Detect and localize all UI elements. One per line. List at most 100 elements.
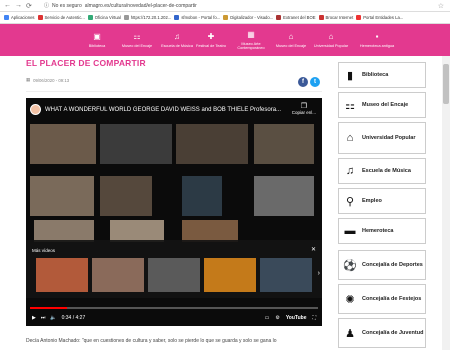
facebook-share-icon[interactable]: f [298,77,308,87]
calendar-icon: ▦ [26,77,31,82]
youth-icon: ♟ [345,327,355,340]
nav-item-escuela-musica[interactable]: ♫ Escuela de Música [160,24,194,56]
browser-nav: ← → ⟳ [0,2,44,10]
video-tile [176,124,248,164]
bookmark-favicon-icon [318,15,324,20]
bookmark-item[interactable]: Portal Entidades La... [356,15,403,20]
url-field[interactable]: ⓘ No es seguro almagro.es/cultura/noveda… [44,2,197,10]
bookmark-item[interactable]: Digitalizador - Visado... [223,15,273,20]
scrollbar-thumb[interactable] [443,64,449,104]
youtube-logo[interactable]: YouTube [286,315,307,321]
music-icon: ♫ [345,165,355,177]
book-icon: ▣ [93,32,101,41]
next-icon[interactable]: ⏭ [41,315,46,321]
reload-icon[interactable]: ⟳ [26,2,32,10]
sidebar-item-concejalia-deportes[interactable]: ⚽ Concejalía de Deportes [338,250,426,280]
sidebar-item-concejalia-festejos[interactable]: ✺ Concejalía de Festejos [338,284,426,314]
subtitles-icon[interactable]: ▭ [265,315,270,321]
bookmark-item[interactable]: Brocar Internet [318,15,353,20]
bookmark-favicon-icon [87,15,93,20]
divider [26,91,322,92]
newspaper-icon: ▪ [375,32,379,41]
nav-item-biblioteca[interactable]: ▣ Biblioteca [80,24,114,56]
bookmark-star-icon[interactable]: ☆ [438,2,444,10]
sidebar-item-universidad-popular[interactable]: ⌂ Universidad Popular [338,122,426,154]
related-video-thumbnail[interactable] [92,258,144,292]
bookmark-item[interactable]: sfmobon - Portal fo... [174,15,220,20]
forward-icon[interactable]: → [15,2,22,10]
music-icon: ♫ [174,32,180,41]
sidebar-item-biblioteca[interactable]: ▮ Biblioteca [338,62,426,88]
video-time: 0:34 / 4:27 [61,315,86,321]
bookmark-favicon-icon [123,15,129,20]
volume-icon[interactable]: 🔈 [50,315,56,321]
sidebar-item-hemeroteca[interactable]: ▬ Hemeroteca [338,218,426,244]
play-icon[interactable]: ▶ [32,315,36,321]
nav-item-hemeroteca[interactable]: ▪ Hemeroteca antigua [354,24,400,56]
theatre-icon: ✚ [207,32,215,41]
lace-icon: ⚏ [133,32,141,41]
related-video-thumbnail[interactable] [204,258,256,292]
sidebar-item-empleo[interactable]: ⚲ Empleo [338,188,426,214]
lace-icon: ⚏ [345,99,355,112]
related-video-thumbnail[interactable] [36,258,88,292]
video-progress-fill [30,307,68,309]
video-tile [254,176,314,216]
university-icon: ⌂ [328,32,334,41]
bookmark-item[interactable]: Extranet del BOE [276,15,316,20]
info-icon[interactable]: ⓘ [44,2,49,9]
bookmark-item[interactable]: Aplicaciones [4,15,35,20]
channel-avatar[interactable] [30,104,41,115]
nav-item-museo-encaje[interactable]: ⚏ Museo del Encaje [114,24,160,56]
apps-icon [4,15,9,20]
magnifier-icon: ⚲ [345,195,355,208]
nav-item-museo-arte[interactable]: ▦ Museo Arte Contemporáneo [228,24,274,56]
article-date-text: 09/06/2020 - 09:13 [33,77,70,83]
close-icon[interactable]: ✕ [311,246,316,253]
video-tile [182,220,238,242]
back-icon[interactable]: ← [4,2,11,10]
video-tile [100,176,152,216]
video-title[interactable]: WHAT A WONDERFUL WORLD GEORGE DAVID WEIS… [45,107,281,113]
next-arrow-icon[interactable]: › [318,270,320,277]
nav-item-festival-teatro[interactable]: ✚ Festival de Teatro [194,24,228,56]
book-icon: ▮ [346,69,354,82]
copy-link-button[interactable]: ❐ Copiar enl... [292,102,316,115]
site-navigation: ▣ Biblioteca ⚏ Museo del Encaje ♫ Escuela d… [0,24,450,56]
video-tile [110,220,164,242]
video-controls: ▶ ⏭ 🔈 0:34 / 4:27 ▭ ⚙ YouTube ⛶ [26,311,322,325]
video-title-bar: WHAT A WONDERFUL WORLD GEORGE DAVID WEIS… [30,104,318,115]
related-video-thumbnail[interactable] [148,258,200,292]
bookmark-item[interactable]: Oficina Virtual [87,15,121,20]
bookmark-favicon-icon [223,15,229,20]
nav-item-museo-encaje-2[interactable]: ⌂ Museo del Encaje [274,24,308,56]
university-icon: ⌂ [346,132,354,144]
nav-item-universidad-popular[interactable]: ⌂ Universidad Popular [308,24,354,56]
article-date: ▦ 09/06/2020 - 09:13 [26,77,69,83]
article-body: Decía Antonio Machado: "que en cuestione… [26,338,277,344]
fireworks-icon: ✺ [345,293,355,306]
bookmark-item[interactable]: https://172.20.1.202... [123,15,171,20]
art-icon: ▦ [247,30,255,39]
video-progress-bar[interactable] [30,307,318,309]
settings-gear-icon[interactable]: ⚙ [275,315,279,321]
fullscreen-icon[interactable]: ⛶ [312,315,316,321]
youtube-video-player[interactable]: WHAT A WONDERFUL WORLD GEORGE DAVID WEIS… [26,98,322,326]
page-scrollbar[interactable] [442,56,450,350]
bookmark-favicon-icon [37,15,43,20]
video-tile [100,124,172,164]
sidebar-item-museo-encaje[interactable]: ⚏ Museo del Encaje [338,92,426,118]
browser-address-bar[interactable]: ← → ⟳ ⓘ No es seguro almagro.es/cultura/… [0,0,450,12]
page-title: EL PLACER DE COMPARTIR [26,58,146,68]
more-videos-label: Más vídeos [32,248,56,253]
bookmark-item[interactable]: Servicio de Autentic... [37,15,85,20]
url-text: almagro.es/cultura/novedad/el-placer-de-… [84,2,197,9]
video-tile [182,176,222,216]
sidebar-item-escuela-musica[interactable]: ♫ Escuela de Música [338,158,426,184]
video-tile [30,176,94,216]
football-icon: ⚽ [343,259,357,272]
twitter-share-icon[interactable]: t [310,77,320,87]
museum-icon: ⌂ [288,32,294,41]
related-video-thumbnail[interactable] [260,258,312,292]
sidebar-item-concejalia-juventud[interactable]: ♟ Concejalía de Juventud [338,318,426,348]
